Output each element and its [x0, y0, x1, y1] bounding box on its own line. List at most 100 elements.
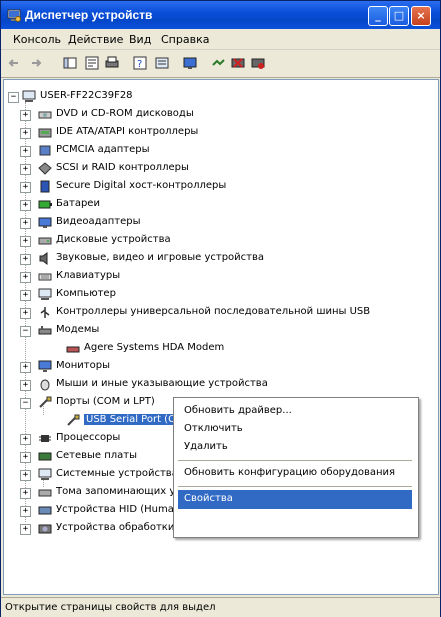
- collapse-icon[interactable]: −: [20, 326, 31, 337]
- menu-action[interactable]: Действие: [68, 33, 123, 46]
- expand-icon[interactable]: +: [20, 470, 31, 481]
- disk-drive-icon: [38, 237, 52, 245]
- menu-help[interactable]: Справка: [161, 33, 209, 46]
- tree-item-label: Сетевые платы: [56, 450, 138, 461]
- tree-item-label: Мониторы: [56, 360, 110, 371]
- menu-console[interactable]: Консоль: [13, 33, 61, 46]
- pcmcia-icon: [39, 145, 51, 156]
- tree-item[interactable]: − Модемы: [4, 322, 434, 340]
- properties-menu-item[interactable]: Свойства: [178, 490, 412, 509]
- tree-item-label: Agere Systems HDA Modem: [84, 342, 225, 353]
- collapse-icon[interactable]: −: [20, 398, 31, 409]
- expand-icon[interactable]: +: [20, 218, 31, 229]
- scan-hardware-icon[interactable]: [183, 56, 197, 70]
- expand-icon[interactable]: +: [20, 182, 31, 193]
- tree-item[interactable]: + Батареи: [4, 196, 434, 214]
- tree-item[interactable]: + DVD и CD-ROM дисководы: [4, 106, 434, 124]
- tree-item[interactable]: + Клавиатуры: [4, 268, 434, 286]
- tree-item[interactable]: + Видеоадаптеры: [4, 214, 434, 232]
- properties-toolbar-icon[interactable]: [85, 56, 99, 70]
- disable-menu-item[interactable]: Отключить: [178, 420, 412, 438]
- menu-separator: [178, 486, 412, 487]
- tree-item[interactable]: + Компьютер: [4, 286, 434, 304]
- tree-item-label: SCSI и RAID контроллеры: [56, 162, 189, 173]
- modem-icon: [38, 326, 52, 335]
- sd-host-icon: [40, 180, 50, 193]
- tree-item-label: IDE ATA/ATAPI контроллеры: [56, 126, 199, 137]
- tree-item-label: Secure Digital хост-контроллеры: [56, 180, 227, 191]
- device-manager-window: Диспетчер устройств _ □ × Консоль Действ…: [0, 0, 441, 617]
- expand-icon[interactable]: +: [20, 362, 31, 373]
- close-button[interactable]: ×: [411, 6, 431, 26]
- context-menu: Обновить драйвер... Отключить Удалить Об…: [173, 397, 419, 538]
- scsi-icon: [38, 162, 52, 175]
- expand-icon[interactable]: +: [20, 164, 31, 175]
- remove-menu-item[interactable]: Удалить: [178, 438, 412, 456]
- toolbar: ?: [1, 51, 440, 78]
- tree-item-label: Процессоры: [56, 432, 121, 443]
- status-text: Открытие страницы свойств для выдел: [5, 602, 216, 613]
- expand-icon[interactable]: +: [20, 524, 31, 535]
- monitor-icon: [38, 360, 52, 372]
- tree-item[interactable]: + Secure Digital хост-контроллеры: [4, 178, 434, 196]
- forward-icon[interactable]: [29, 56, 43, 70]
- tree-item[interactable]: + Звуковые, видео и игровые устройства: [4, 250, 434, 268]
- tree-item[interactable]: + SCSI и RAID контроллеры: [4, 160, 434, 178]
- expand-icon[interactable]: +: [20, 488, 31, 499]
- expand-icon[interactable]: +: [20, 128, 31, 139]
- port-icon: [39, 396, 52, 408]
- expand-icon[interactable]: +: [20, 254, 31, 265]
- status-bar: Открытие страницы свойств для выдел: [1, 597, 440, 617]
- display-adapter-icon: [38, 217, 52, 228]
- keyboard-icon: [38, 273, 52, 281]
- tree-item[interactable]: + Контроллеры универсальной последовател…: [4, 304, 434, 322]
- uninstall-icon[interactable]: [231, 56, 245, 70]
- scan-hardware-menu-item[interactable]: Обновить конфигурацию оборудования: [178, 464, 412, 482]
- expand-icon[interactable]: +: [20, 290, 31, 301]
- expand-icon[interactable]: +: [20, 110, 31, 121]
- minimize-button[interactable]: _: [368, 6, 388, 26]
- hid-icon: [38, 506, 52, 515]
- title-bar[interactable]: Диспетчер устройств _ □ ×: [1, 1, 440, 29]
- maximize-button[interactable]: □: [389, 6, 409, 26]
- expand-icon[interactable]: +: [20, 272, 31, 283]
- tree-item-label: Модемы: [56, 324, 100, 335]
- collapse-icon[interactable]: −: [8, 92, 19, 103]
- expand-icon[interactable]: +: [20, 308, 31, 319]
- tree-item[interactable]: + IDE ATA/ATAPI контроллеры: [4, 124, 434, 142]
- tree-root[interactable]: − USER-FF22C39F28: [4, 88, 434, 106]
- computer-icon: [22, 90, 36, 102]
- expand-icon[interactable]: +: [20, 506, 31, 517]
- tree-item[interactable]: + PCMCIA адаптеры: [4, 142, 434, 160]
- ide-controller-icon: [38, 128, 52, 138]
- tree-item[interactable]: + Мониторы: [4, 358, 434, 376]
- update-driver-menu-item[interactable]: Обновить драйвер...: [178, 402, 412, 420]
- view-icon[interactable]: [155, 56, 169, 70]
- processor-icon: [39, 435, 51, 442]
- menu-view[interactable]: Вид: [129, 33, 151, 46]
- expand-icon[interactable]: +: [20, 146, 31, 157]
- update-driver-icon[interactable]: [211, 56, 225, 70]
- back-icon[interactable]: [7, 56, 21, 70]
- tree-item[interactable]: + Дисковые устройства: [4, 232, 434, 250]
- tree-item[interactable]: + Мыши и иные указывающие устройства: [4, 376, 434, 394]
- expand-icon[interactable]: +: [20, 380, 31, 391]
- tree-item-label: Контроллеры универсальной последовательн…: [56, 306, 371, 317]
- menu-bar: Консоль Действие Вид Справка: [1, 30, 440, 50]
- expand-icon[interactable]: +: [20, 452, 31, 463]
- tree-item-label: Системные устройства: [56, 468, 178, 479]
- show-hide-tree-icon[interactable]: [63, 56, 77, 70]
- tree-item-label: Компьютер: [56, 288, 116, 299]
- help-icon[interactable]: ?: [133, 56, 147, 70]
- expand-icon[interactable]: +: [20, 434, 31, 445]
- tree-root-label: USER-FF22C39F28: [40, 90, 133, 101]
- storage-volume-icon: [38, 489, 52, 497]
- tree-item[interactable]: Agere Systems HDA Modem: [4, 340, 434, 358]
- expand-icon[interactable]: +: [20, 236, 31, 247]
- print-icon[interactable]: [105, 56, 119, 70]
- usb-icon: [40, 307, 50, 318]
- tree-item-label: Клавиатуры: [56, 270, 121, 281]
- svg-text:?: ?: [137, 59, 142, 70]
- disable-icon[interactable]: [251, 56, 265, 70]
- expand-icon[interactable]: +: [20, 200, 31, 211]
